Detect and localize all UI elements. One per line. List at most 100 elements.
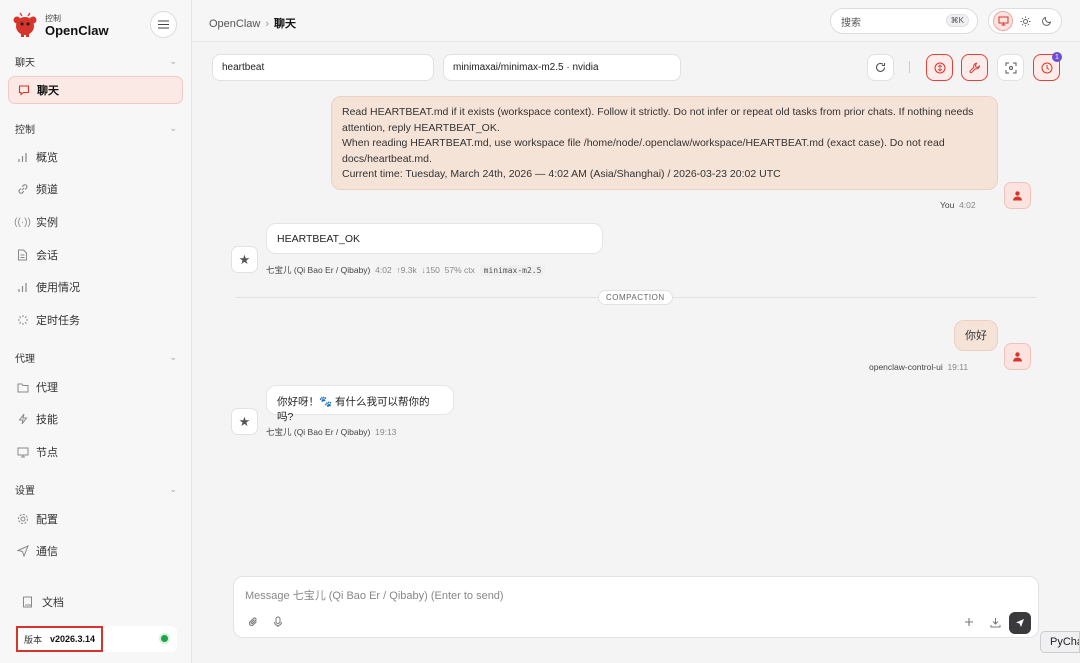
sidebar-item-usage[interactable]: 使用情况: [8, 273, 183, 301]
message-line: Read HEARTBEAT.md if it exists (workspac…: [342, 106, 974, 118]
context-usage: 57% ctx: [444, 265, 475, 275]
focus-icon: [1005, 62, 1016, 73]
voice-button[interactable]: [271, 615, 285, 629]
gear-icon: [16, 513, 29, 526]
section-header-chat[interactable]: 聊天 ⌄: [15, 54, 177, 69]
theme-light-button[interactable]: [1015, 11, 1035, 31]
message-meta: You 4:02: [940, 200, 976, 210]
sidebar-item-comms[interactable]: 通信: [8, 537, 183, 565]
sidebar-item-label: 配置: [36, 514, 58, 526]
sidebar-item-label: 代理: [36, 382, 58, 394]
focus-mode-button[interactable]: [997, 54, 1024, 81]
search-placeholder: 搜索: [841, 17, 861, 29]
sidebar-item-agents[interactable]: 代理: [8, 373, 183, 401]
theme-system-button[interactable]: [993, 11, 1013, 31]
monitor-icon: [998, 16, 1008, 26]
sidebar-item-config[interactable]: 配置: [8, 505, 183, 533]
broadcast-icon: ((·)): [14, 216, 31, 228]
message-composer[interactable]: Message 七宝儿 (Qi Bao Er / Qibaby) (Enter …: [233, 576, 1039, 638]
clock-icon: [1041, 62, 1052, 73]
lobster-logo-icon: [13, 12, 37, 37]
refresh-button[interactable]: [867, 54, 894, 81]
message-line: docs/heartbeat.md.: [342, 152, 432, 165]
user-message: Read HEARTBEAT.md if it exists (workspac…: [331, 96, 998, 190]
connection-status-dot: [161, 635, 168, 642]
theme-dark-button[interactable]: [1037, 11, 1057, 31]
thinking-toggle-button[interactable]: [926, 54, 953, 81]
star-icon: ★: [238, 413, 251, 429]
chat-icon: [17, 84, 30, 97]
chevron-down-icon: ⌄: [169, 483, 177, 494]
sidebar-item-label: 聊天: [37, 85, 59, 97]
search-input[interactable]: 搜索 ⌘K: [830, 8, 978, 34]
attach-button[interactable]: [246, 615, 260, 629]
send-icon: [1016, 619, 1024, 627]
loader-icon: [16, 314, 29, 327]
menu-icon: [158, 20, 169, 29]
theme-switcher: [988, 8, 1062, 34]
chevron-down-icon: ⌄: [169, 55, 177, 66]
message-time: 4:02: [375, 265, 392, 275]
sidebar-item-label: 定时任务: [36, 315, 80, 327]
bar-chart-icon: [16, 281, 29, 294]
sidebar-toggle-button[interactable]: [150, 11, 177, 38]
sidebar-docs-link[interactable]: 文档: [14, 591, 64, 613]
session-select[interactable]: heartbeat: [212, 54, 434, 81]
user-message: 你好: [954, 320, 998, 351]
model-tag: minimax-m2.5: [479, 265, 546, 276]
message-sender: You: [940, 200, 955, 210]
message-sender: openclaw-control-ui: [869, 362, 943, 372]
sidebar-item-cron[interactable]: 定时任务: [8, 306, 183, 334]
send-button[interactable]: [1009, 612, 1031, 634]
message-line: Current time: Tuesday, March 24th, 2026 …: [342, 168, 781, 180]
docs-label: 文档: [42, 597, 64, 609]
cron-button[interactable]: 1: [1033, 52, 1062, 81]
breadcrumb-current: 聊天: [274, 18, 297, 30]
download-button[interactable]: [988, 615, 1002, 629]
sidebar-item-chat[interactable]: 聊天: [8, 76, 183, 104]
sidebar-item-instances[interactable]: ((·)) 实例: [8, 208, 183, 236]
moon-icon: [1042, 16, 1052, 26]
download-icon: [990, 617, 1000, 627]
message-meta: openclaw-control-ui 19:11: [869, 362, 968, 372]
sidebar-item-channels[interactable]: 频道: [8, 175, 183, 203]
sidebar-item-skills[interactable]: 技能: [8, 405, 183, 433]
add-button[interactable]: [962, 615, 976, 629]
session-value: heartbeat: [222, 62, 265, 73]
breadcrumb-separator: ›: [265, 18, 270, 30]
assistant-message: 你好呀！🐾 有什么我可以帮你的吗?: [266, 385, 454, 423]
user-avatar: [1004, 343, 1031, 370]
bar-chart-icon: [16, 151, 29, 164]
taskbar-app-label[interactable]: PyCha: [1040, 631, 1080, 653]
assistant-avatar: ★: [231, 246, 258, 273]
breadcrumb-root[interactable]: OpenClaw: [209, 18, 260, 30]
monitor-icon: [16, 446, 29, 459]
tools-toggle-button[interactable]: [961, 54, 988, 81]
user-avatar: [1004, 182, 1031, 209]
chevron-down-icon: ⌄: [169, 122, 177, 133]
plus-icon: [965, 618, 973, 626]
message-time: 4:02: [959, 200, 976, 210]
breadcrumb: OpenClaw › 聊天: [209, 15, 296, 31]
assistant-avatar: ★: [231, 408, 258, 435]
message-line: When reading HEARTBEAT.md, use workspace…: [342, 137, 945, 149]
section-header-control[interactable]: 控制 ⌄: [15, 121, 177, 136]
refresh-icon: [876, 62, 886, 72]
sidebar-item-label: 概览: [36, 152, 58, 164]
sidebar-item-sessions[interactable]: 会话: [8, 241, 183, 269]
topbar: OpenClaw › 聊天 搜索 ⌘K: [192, 0, 1080, 42]
section-header-agents[interactable]: 代理 ⌄: [15, 350, 177, 365]
model-select[interactable]: minimaxai/minimax-m2.5 · nvidia: [443, 54, 681, 81]
tokens-up: ↑9.3k: [396, 265, 417, 275]
section-header-settings[interactable]: 设置 ⌄: [15, 482, 177, 497]
sidebar: 控制 OpenClaw 聊天 ⌄ 聊天 控制 ⌄ 概览 频道 ((·)) 实例: [0, 0, 192, 663]
section-title: 控制: [15, 124, 35, 136]
sidebar-item-nodes[interactable]: 节点: [8, 438, 183, 466]
sun-icon: [1020, 16, 1030, 26]
assistant-message: HEARTBEAT_OK: [266, 223, 603, 254]
sidebar-item-label: 使用情况: [36, 282, 80, 294]
notification-badge: 1: [1052, 52, 1062, 62]
sidebar-item-overview[interactable]: 概览: [8, 143, 183, 171]
send-icon: [16, 545, 29, 558]
message-time: 19:13: [375, 427, 397, 437]
